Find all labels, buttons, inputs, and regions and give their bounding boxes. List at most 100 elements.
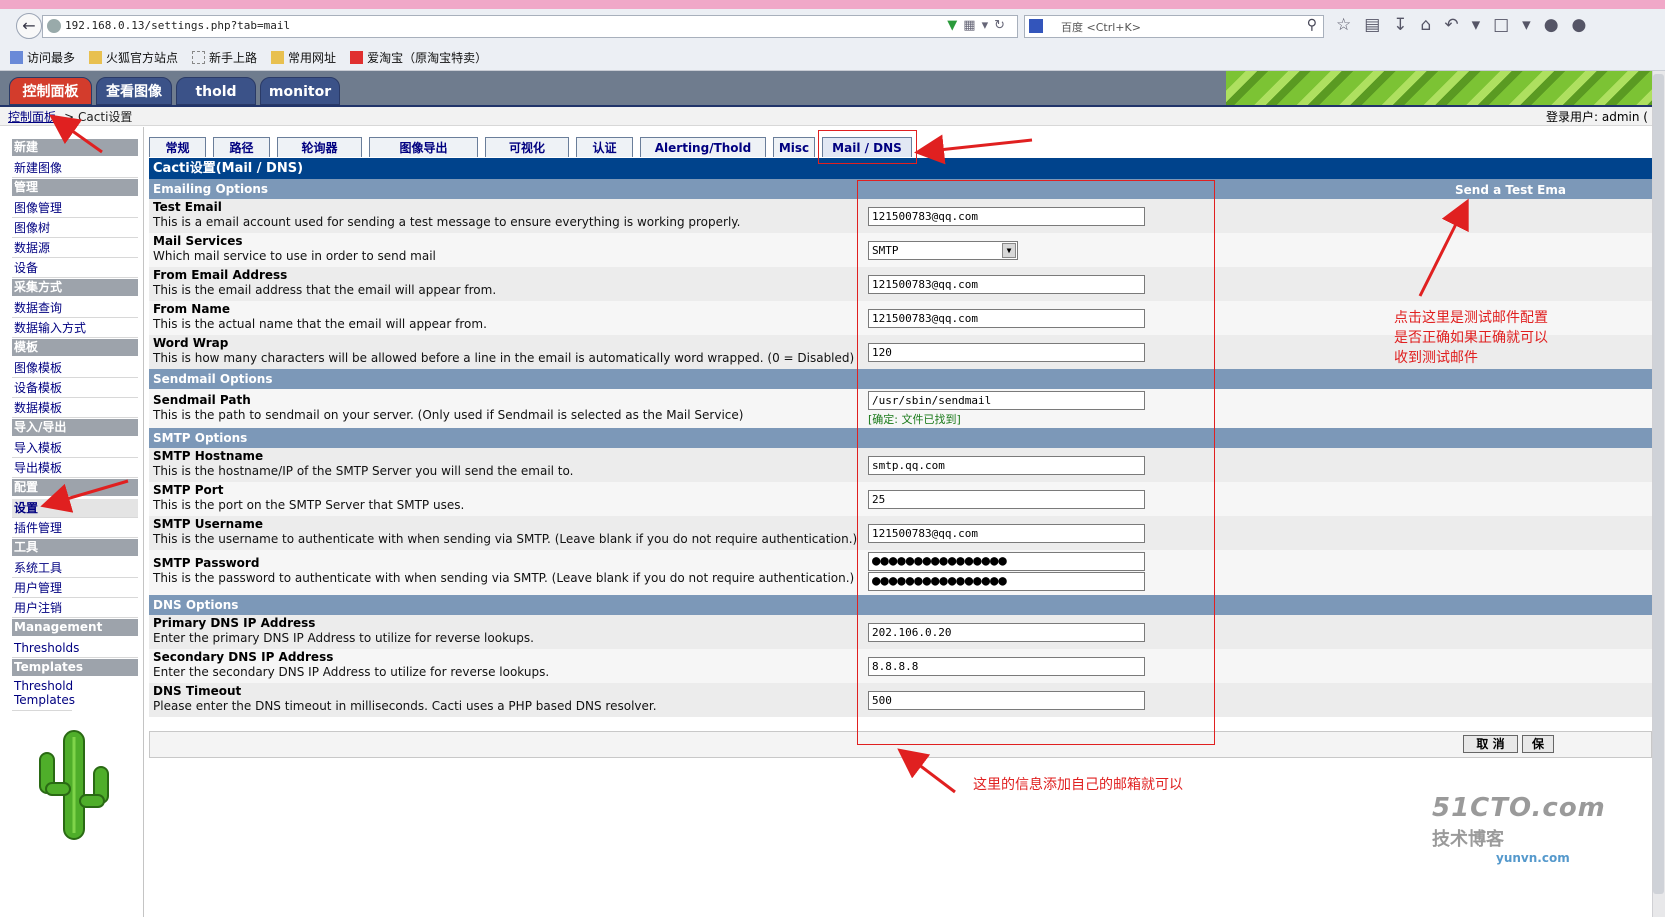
mail-services-select[interactable]: SMTP ▼ bbox=[868, 241, 1018, 260]
row-smtp-password: SMTP Password This is the password to au… bbox=[149, 550, 1652, 595]
field-label: SMTP Hostname bbox=[153, 449, 264, 463]
sidebar-item-16[interactable]: 导出模板 bbox=[12, 459, 138, 478]
send-test-email-link[interactable]: Send a Test Ema bbox=[1455, 181, 1566, 199]
globe-icon bbox=[47, 19, 61, 33]
sidebar-item-13[interactable]: 数据模板 bbox=[12, 399, 138, 418]
section-sendmail: Sendmail Options bbox=[149, 369, 1652, 389]
address-bar[interactable]: 192.168.0.13/settings.php?tab=mail ▼▦▾↻ bbox=[42, 15, 1018, 38]
tab-misc[interactable]: Misc bbox=[773, 137, 815, 157]
url-text: 192.168.0.13/settings.php?tab=mail bbox=[65, 19, 291, 32]
sidebar-item-25[interactable]: Thresholds bbox=[12, 639, 138, 658]
watermark: 51CTO.com 技术博客 yunvn.com bbox=[1432, 793, 1606, 865]
word-wrap-input[interactable]: 120 bbox=[868, 343, 1145, 362]
back-icon[interactable]: ← bbox=[16, 13, 42, 39]
sidebar-item-9[interactable]: 数据输入方式 bbox=[12, 319, 138, 338]
dns-primary-input[interactable]: 202.106.0.20 bbox=[868, 623, 1145, 642]
test-email-input[interactable]: 121500783@qq.com bbox=[868, 207, 1145, 226]
sidebar-item-27[interactable]: Threshold Templates bbox=[12, 679, 75, 711]
field-description: This is a email account used for sending… bbox=[153, 215, 741, 229]
tab-graphs[interactable]: 查看图像 bbox=[96, 77, 172, 105]
cancel-button[interactable]: 取 消 bbox=[1463, 735, 1518, 753]
baidu-logo-icon bbox=[1029, 19, 1043, 33]
smtp-username-input[interactable]: 121500783@qq.com bbox=[868, 524, 1145, 543]
bookmark-icon bbox=[10, 50, 23, 64]
dns-timeout-input[interactable]: 500 bbox=[868, 691, 1145, 710]
field-description: This is the email address that the email… bbox=[153, 283, 497, 297]
sidebar-item-15[interactable]: 导入模板 bbox=[12, 439, 138, 458]
dns-secondary-input[interactable]: 8.8.8.8 bbox=[868, 657, 1145, 676]
chevron-down-icon[interactable]: ▼ bbox=[1002, 243, 1016, 258]
tab-paths[interactable]: 路径 bbox=[213, 137, 270, 157]
sidebar-item-4[interactable]: 图像树 bbox=[12, 219, 138, 238]
field-label: Primary DNS IP Address bbox=[153, 616, 316, 630]
tab-graph-export[interactable]: 图像导出 bbox=[369, 137, 478, 157]
sidebar-item-22[interactable]: 用户管理 bbox=[12, 579, 138, 598]
tab-console[interactable]: 控制面板 bbox=[9, 77, 92, 105]
sidebar-item-12[interactable]: 设备模板 bbox=[12, 379, 138, 398]
sidebar-item-18[interactable]: 设置 bbox=[12, 499, 138, 518]
sidebar-item-8[interactable]: 数据查询 bbox=[12, 299, 138, 318]
field-description: This is how many characters will be allo… bbox=[153, 351, 855, 365]
sendmail-path-input[interactable]: /usr/sbin/sendmail bbox=[868, 391, 1145, 410]
tab-poller[interactable]: 轮询器 bbox=[277, 137, 362, 157]
breadcrumb-link-console[interactable]: 控制面板 bbox=[8, 110, 56, 124]
row-smtp-port: SMTP Port This is the port on the SMTP S… bbox=[149, 482, 1652, 516]
arrow-to-fields bbox=[897, 748, 956, 794]
from-name-input[interactable]: 121500783@qq.com bbox=[868, 309, 1145, 328]
bookmark-item[interactable]: 新手上路 bbox=[192, 49, 257, 66]
search-icon[interactable]: ⚲ bbox=[1307, 17, 1317, 33]
save-button[interactable]: 保 bbox=[1522, 735, 1554, 753]
field-label: Mail Services bbox=[153, 234, 243, 248]
bookmark-item[interactable]: 火狐官方站点 bbox=[89, 49, 178, 66]
bookmark-item[interactable]: 访问最多 bbox=[10, 49, 75, 66]
field-description: This is the hostname/IP of the SMTP Serv… bbox=[153, 464, 574, 478]
shield-icon: ▼ bbox=[947, 18, 964, 33]
sidebar-group-24: Management bbox=[12, 619, 138, 636]
section-emailing: Emailing Options bbox=[149, 179, 1652, 199]
form-actions-bar bbox=[149, 731, 1652, 758]
sidebar-group-20: 工具 bbox=[12, 539, 138, 556]
field-description: This is the port on the SMTP Server that… bbox=[153, 498, 465, 512]
browser-nav-icons[interactable]: ☆▤↧⌂↶▾□▾●● bbox=[1336, 15, 1599, 35]
from-email-input[interactable]: 121500783@qq.com bbox=[868, 275, 1145, 294]
tab-alerting-thold[interactable]: Alerting/Thold bbox=[640, 137, 766, 157]
sidebar-item-21[interactable]: 系统工具 bbox=[12, 559, 138, 578]
search-bar[interactable]: 百度 <Ctrl+K> ⚲ bbox=[1024, 15, 1324, 38]
sidebar-item-6[interactable]: 设备 bbox=[12, 259, 138, 278]
smtp-port-input[interactable]: 25 bbox=[868, 490, 1145, 509]
row-smtp-username: SMTP Username This is the username to au… bbox=[149, 516, 1652, 550]
field-label: Secondary DNS IP Address bbox=[153, 650, 334, 664]
tab-visual[interactable]: 可视化 bbox=[485, 137, 569, 157]
row-dns-primary: Primary DNS IP Address Enter the primary… bbox=[149, 615, 1652, 649]
breadcrumb-bar: 控制面板 -> Cacti设置 登录用户: admin ( bbox=[0, 107, 1652, 126]
tab-mail-dns[interactable]: Mail / DNS bbox=[822, 137, 912, 157]
address-bar-icons[interactable]: ▼▦▾↻ bbox=[947, 18, 1011, 33]
folder-icon bbox=[271, 50, 285, 64]
smtp-password-confirm-input[interactable]: ●●●●●●●●●●●●●●●● bbox=[868, 572, 1145, 591]
sidebar-item-3[interactable]: 图像管理 bbox=[12, 199, 138, 218]
smtp-password-input[interactable]: ●●●●●●●●●●●●●●●● bbox=[868, 552, 1145, 571]
field-label: Sendmail Path bbox=[153, 393, 251, 407]
field-description: Enter the secondary DNS IP Address to ut… bbox=[153, 665, 550, 679]
bookmark-item[interactable]: 常用网址 bbox=[271, 49, 336, 66]
section-smtp: SMTP Options bbox=[149, 428, 1652, 448]
annotation-note-fields: 这里的信息添加自己的邮箱就可以 bbox=[973, 777, 1183, 793]
field-label: SMTP Username bbox=[153, 517, 263, 531]
tab-general[interactable]: 常规 bbox=[149, 137, 206, 157]
row-sendmail-path: Sendmail Path This is the path to sendma… bbox=[149, 389, 1652, 428]
tab-authentication[interactable]: 认证 bbox=[576, 137, 633, 157]
tab-monitor[interactable]: monitor bbox=[260, 77, 340, 105]
smtp-hostname-input[interactable]: smtp.qq.com bbox=[868, 456, 1145, 475]
sidebar-item-1[interactable]: 新建图像 bbox=[12, 159, 138, 178]
sidebar-item-23[interactable]: 用户注销 bbox=[12, 599, 138, 618]
taobao-icon bbox=[350, 50, 364, 64]
sidebar-item-11[interactable]: 图像模板 bbox=[12, 359, 138, 378]
logged-in-user: 登录用户: admin ( bbox=[1546, 110, 1648, 124]
sidebar-item-5[interactable]: 数据源 bbox=[12, 239, 138, 258]
bookmark-item[interactable]: 爱淘宝（原淘宝特卖） bbox=[350, 49, 487, 66]
tab-thold[interactable]: thold bbox=[176, 77, 256, 105]
sidebar-group-2: 管理 bbox=[12, 179, 138, 196]
sidebar-item-19[interactable]: 插件管理 bbox=[12, 519, 138, 538]
scrollbar-thumb[interactable] bbox=[1653, 74, 1664, 894]
sidebar-group-26: Templates bbox=[12, 659, 138, 676]
